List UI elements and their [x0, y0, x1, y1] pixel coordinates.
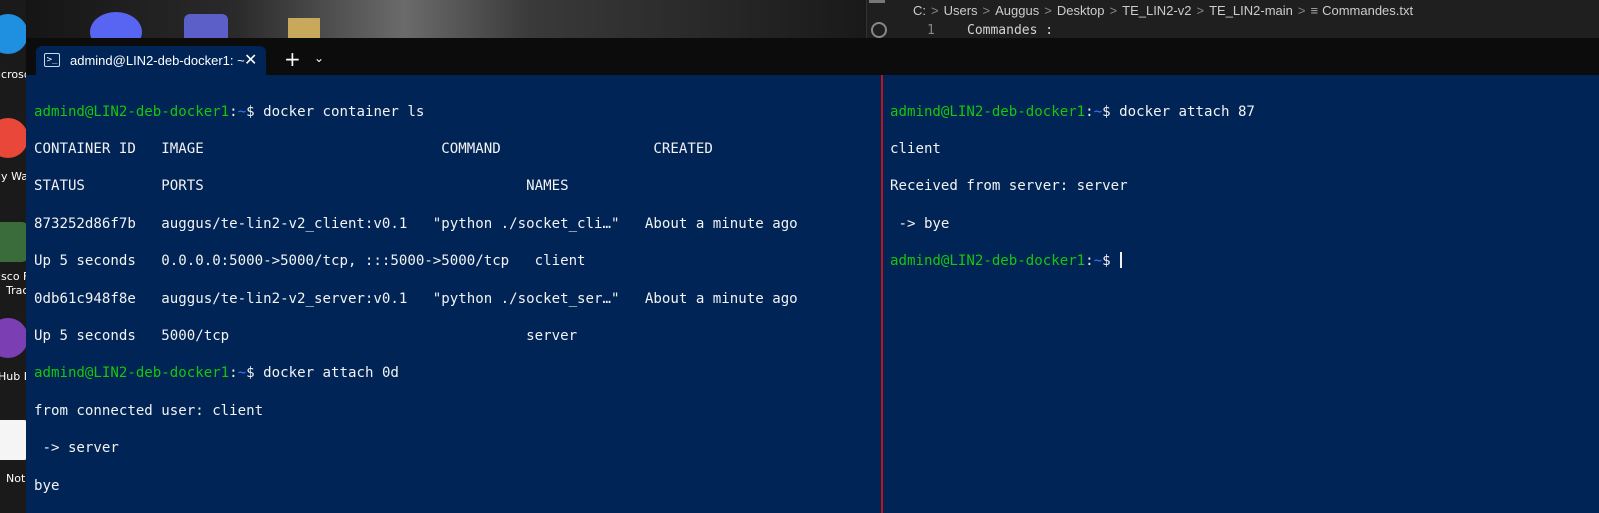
prompt-line: admind@LIN2-deb-docker1:~$ — [890, 252, 1599, 271]
breadcrumb-file[interactable]: Commandes.txt — [1322, 3, 1413, 18]
tab-title: admind@LIN2-deb-docker1: ~ — [70, 53, 245, 68]
desktop-label: Trac — [6, 284, 26, 297]
powershell-icon: >_ — [44, 53, 60, 67]
prompt-user: admind@LIN2-deb-docker1 — [34, 103, 230, 120]
prompt-path: ~ — [1093, 253, 1103, 270]
output-line: -> server — [34, 440, 119, 457]
output-line: 873252d86f7b auggus/te-lin2-v2_client:v0… — [34, 215, 798, 232]
output-line: CONTAINER ID IMAGE COMMAND CREATED — [34, 141, 713, 158]
breadcrumb-item[interactable]: Desktop — [1057, 3, 1105, 18]
prompt-path: ~ — [237, 365, 247, 382]
prompt-user: admind@LIN2-deb-docker1 — [890, 103, 1086, 120]
folder-icon[interactable] — [288, 18, 320, 40]
prompt-line: admind@LIN2-deb-docker1:~$ docker attach… — [34, 365, 399, 382]
desktop-label: isco F — [0, 270, 26, 283]
line-number: 1 — [927, 23, 935, 38]
search-icon[interactable] — [871, 22, 887, 38]
output-line: Up 5 seconds 5000/tcp server — [34, 328, 578, 345]
file-icon: ≡ — [1310, 3, 1319, 18]
prompt-line: admind@LIN2-deb-docker1:~$ docker contai… — [34, 103, 425, 120]
command-text: docker attach 87 — [1119, 103, 1255, 120]
desktop-wallpaper-strip — [26, 0, 866, 52]
output-line: bye — [34, 477, 60, 494]
breadcrumb-item[interactable]: Users — [944, 3, 978, 18]
output-line: -> bye — [890, 215, 950, 232]
close-tab-button[interactable]: ✕ — [244, 50, 257, 69]
github-desktop-icon[interactable] — [0, 318, 26, 358]
prompt-line: admind@LIN2-deb-docker1:~$ docker attach… — [890, 103, 1255, 120]
desktop-icons-strip: icroso ly Wa isco F Trac Hub D Noti — [0, 0, 26, 513]
terminal-pane-right[interactable]: admind@LIN2-deb-docker1:~$ docker attach… — [883, 75, 1599, 513]
output-line: Received from server: server — [890, 178, 1128, 195]
prompt-user: admind@LIN2-deb-docker1 — [890, 253, 1086, 270]
command-text: docker container ls — [263, 103, 425, 120]
text-cursor — [1120, 252, 1123, 269]
output-line: STATUS PORTS NAMES — [34, 178, 569, 195]
editor-toolbar-mark — [869, 0, 885, 3]
breadcrumb-item[interactable]: C: — [913, 3, 926, 18]
desktop-label: Noti — [6, 472, 26, 485]
prompt-path: ~ — [1093, 103, 1103, 120]
prompt-user: admind@LIN2-deb-docker1 — [34, 365, 230, 382]
editor-line[interactable]: 1 Commandes : — [927, 23, 1053, 38]
breadcrumb-item[interactable]: TE_LIN2-main — [1209, 3, 1293, 18]
desktop-label: icroso — [0, 68, 26, 81]
app-icon[interactable] — [0, 118, 26, 158]
desktop-label: Hub D — [0, 370, 26, 383]
notion-icon[interactable] — [0, 420, 26, 460]
editor-window: C: > Users > Auggus > Desktop > TE_LIN2-v2 > TE_LI… — [866, 0, 1599, 38]
desktop-label: ly Wa — [0, 170, 26, 183]
output-line: 0db61c948f8e auggus/te-lin2-v2_server:v0… — [34, 290, 798, 307]
terminal-tab[interactable]: >_ admind@LIN2-deb-docker1: ~ ✕ — [36, 46, 266, 76]
breadcrumb-item[interactable]: Auggus — [995, 3, 1039, 18]
breadcrumb: C: > Users > Auggus > Desktop > TE_LIN2-v2 > TE_LI… — [913, 3, 1414, 18]
new-tab-button[interactable]: + — [284, 49, 301, 69]
output-line: from connected user: client — [34, 402, 264, 419]
edge-icon[interactable] — [0, 14, 26, 54]
cisco-packet-tracer-icon[interactable] — [0, 222, 26, 262]
terminal-tabbar: >_ admind@LIN2-deb-docker1: ~ ✕ + ⌄ — [26, 38, 1599, 76]
prompt-path: ~ — [237, 103, 247, 120]
line-text: Commandes : — [967, 23, 1054, 38]
command-text: docker attach 0d — [263, 365, 399, 382]
chevron-down-icon[interactable]: ⌄ — [314, 51, 324, 65]
output-line: client — [890, 141, 941, 158]
output-line: Up 5 seconds 0.0.0.0:5000->5000/tcp, :::… — [34, 253, 586, 270]
terminal-window: >_ admind@LIN2-deb-docker1: ~ ✕ + ⌄ admi… — [26, 38, 1599, 513]
breadcrumb-item[interactable]: TE_LIN2-v2 — [1122, 3, 1191, 18]
terminal-pane-left[interactable]: admind@LIN2-deb-docker1:~$ docker contai… — [26, 75, 881, 513]
